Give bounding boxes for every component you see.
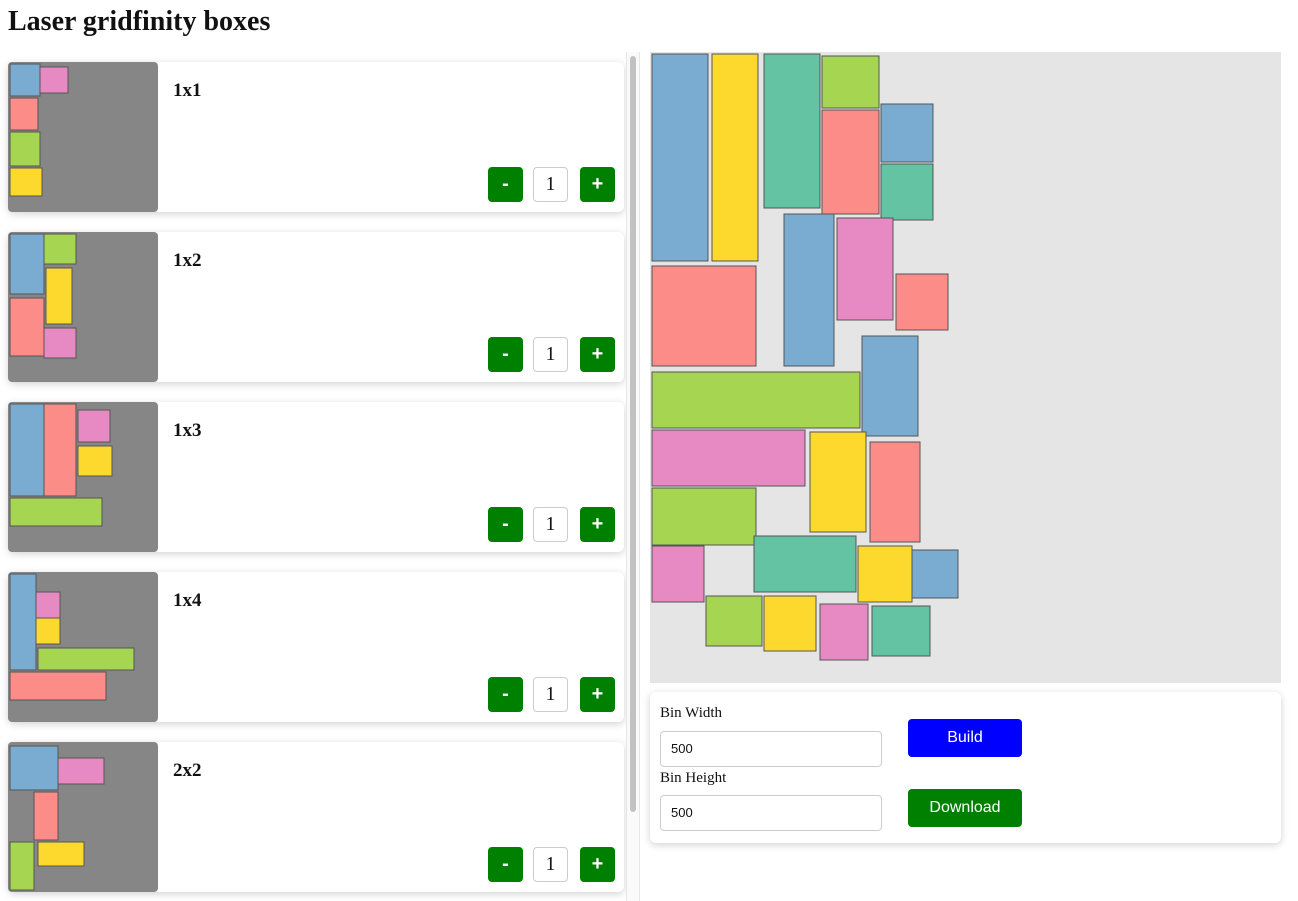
increase-quantity-button[interactable]: +	[580, 677, 615, 712]
decrease-quantity-button[interactable]: -	[488, 507, 523, 542]
box-card-2x2: 2x2 - 1 +	[8, 742, 624, 892]
increase-quantity-button[interactable]: +	[580, 337, 615, 372]
quantity-input[interactable]: 1	[533, 167, 568, 202]
box-card-1x3: 1x3 - 1 +	[8, 402, 624, 552]
increase-quantity-button[interactable]: +	[580, 167, 615, 202]
decrease-quantity-button[interactable]: -	[488, 677, 523, 712]
bin-layout-preview	[650, 52, 1281, 683]
quantity-input[interactable]: 1	[533, 677, 568, 712]
box-size-label: 1x1	[173, 80, 202, 101]
decrease-quantity-button[interactable]: -	[488, 167, 523, 202]
list-scrollbar[interactable]	[626, 52, 640, 901]
download-button[interactable]: Download	[908, 789, 1022, 827]
box-card-1x2: 1x2 - 1 +	[8, 232, 624, 382]
box-size-label: 1x4	[173, 590, 202, 611]
build-button[interactable]: Build	[908, 719, 1022, 757]
box-size-label: 1x2	[173, 250, 202, 271]
bin-height-input[interactable]: 500	[660, 795, 882, 831]
quantity-input[interactable]: 1	[533, 337, 568, 372]
box-layout-preview	[9, 403, 113, 527]
quantity-input[interactable]: 1	[533, 847, 568, 882]
box-layout-preview	[9, 63, 69, 197]
bin-width-input[interactable]: 500	[660, 731, 882, 767]
box-card-1x1: 1x1 - 1 +	[8, 62, 624, 212]
quantity-input[interactable]: 1	[533, 507, 568, 542]
box-size-label: 2x2	[173, 760, 202, 781]
decrease-quantity-button[interactable]: -	[488, 337, 523, 372]
box-thumbnail	[8, 402, 158, 552]
page-title: Laser gridfinity boxes	[8, 6, 271, 37]
box-thumbnail	[8, 572, 158, 722]
bin-width-label: Bin Width	[660, 705, 723, 721]
decrease-quantity-button[interactable]: -	[488, 847, 523, 882]
nested-pieces-canvas	[651, 53, 959, 661]
increase-quantity-button[interactable]: +	[580, 847, 615, 882]
scrollbar-thumb[interactable]	[630, 56, 636, 812]
increase-quantity-button[interactable]: +	[580, 507, 615, 542]
box-size-label: 1x3	[173, 420, 202, 441]
box-thumbnail	[8, 742, 158, 892]
box-thumbnail	[8, 62, 158, 212]
box-card-1x4: 1x4 - 1 +	[8, 572, 624, 722]
box-layout-preview	[9, 233, 77, 359]
bin-height-label: Bin Height	[660, 770, 727, 786]
box-layout-preview	[9, 573, 135, 701]
box-thumbnail	[8, 232, 158, 382]
bin-settings-panel: Bin Width 500 Bin Height 500 Build Downl…	[650, 692, 1281, 843]
box-type-list: 1x1 - 1 + 1x2 - 1 + 1x3 - 1 + 1x4 - 1 + …	[0, 52, 626, 901]
box-layout-preview	[9, 745, 105, 891]
